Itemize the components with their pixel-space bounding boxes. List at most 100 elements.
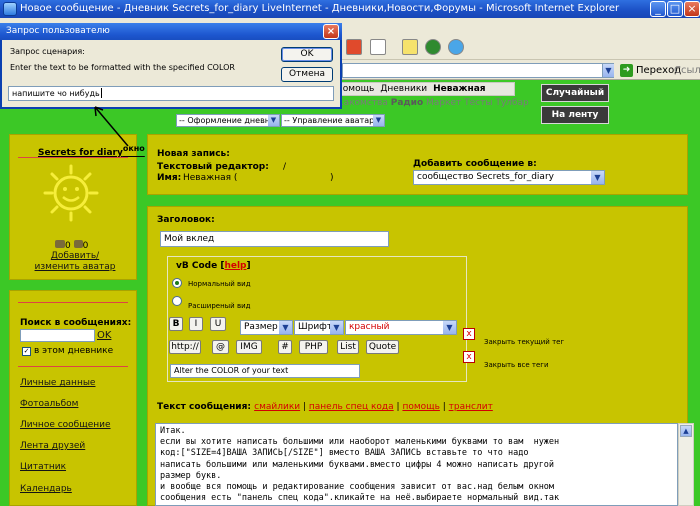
nav-quotes[interactable]: Цитатник (20, 462, 66, 472)
php-button[interactable]: PHP (299, 340, 328, 354)
size-select[interactable]: Размер ▼ (240, 320, 293, 335)
mode-normal-label: Нормальный вид (188, 280, 251, 288)
close-icon[interactable]: × (684, 1, 700, 17)
italic-button[interactable]: I (189, 317, 203, 331)
add-to-select-value: сообщество Secrets_for_diary (417, 172, 554, 182)
vbcode-label: vB Code (176, 261, 218, 271)
translit-link[interactable]: транслит (449, 402, 493, 412)
search-scope-checkbox[interactable]: ✓ (22, 347, 31, 356)
chevron-down-icon: ▼ (443, 321, 456, 334)
dialog-input-value: напишите чо нибудь (12, 89, 100, 98)
font-select[interactable]: Шрифт ▼ (294, 320, 344, 335)
research-icon[interactable] (425, 39, 441, 55)
link-tests[interactable]: Тесты (464, 98, 492, 108)
editor-label: Текстовый редактор: (157, 162, 269, 172)
diary-name-link[interactable]: Secrets for diaryокно (38, 144, 145, 158)
color-select-value: красный (349, 322, 390, 332)
window-titlebar: Новое сообщение - Дневник Secrets_for_di… (0, 0, 700, 18)
color-select[interactable]: красный ▼ (345, 320, 457, 335)
diary-name[interactable]: Secrets for diary (38, 148, 123, 158)
code-button[interactable]: # (278, 340, 292, 354)
change-avatar-link[interactable]: Добавить/изменить аватар (30, 251, 120, 273)
close-all-tags-icon[interactable]: x (463, 351, 475, 363)
special-code-link[interactable]: панель спец кода (309, 402, 394, 412)
nav-calendar[interactable]: Календарь (20, 484, 72, 494)
avatars-select[interactable]: -- Управление аватарами ▼ (281, 114, 385, 127)
mode-extended-label: Расширеный вид (188, 302, 251, 310)
img-button[interactable]: IMG (236, 340, 262, 354)
address-input[interactable] (342, 63, 614, 78)
chevron-down-icon: ▼ (591, 171, 604, 184)
notes-icon[interactable] (402, 39, 418, 55)
body-label: Текст сообщения: (157, 402, 251, 412)
nav-friends-feed[interactable]: Лента друзей (20, 441, 85, 451)
link-dating[interactable]: ...акомства (335, 98, 388, 108)
word-icon[interactable] (370, 39, 386, 55)
maximize-icon[interactable]: □ (667, 1, 683, 17)
site-tabs: Помощь Дневники Неважная (335, 82, 515, 96)
body-label-row: Текст сообщения: смайлики | панель спец … (157, 402, 493, 412)
dialog-title: Запрос пользователю (6, 26, 110, 36)
minimize-icon[interactable]: _ (650, 1, 666, 17)
go-arrow-icon[interactable]: ➜ (620, 64, 633, 77)
search-scope-label: в этом дневнике (34, 346, 114, 356)
nav-private-message[interactable]: Личное сообщение (20, 420, 111, 430)
feed-button[interactable]: На ленту (541, 106, 609, 124)
add-to-select[interactable]: сообщество Secrets_for_diary ▼ (413, 170, 605, 185)
email-button[interactable]: @ (212, 340, 229, 354)
divider (18, 366, 128, 367)
smileys-link[interactable]: смайлики (254, 402, 300, 412)
tab-diaries[interactable]: Дневники (380, 84, 427, 94)
diary-name-annotation: окно (122, 144, 145, 153)
mail-icon[interactable] (346, 39, 362, 55)
avatar-count-1: 0 (65, 241, 71, 251)
search-input[interactable] (20, 329, 95, 342)
avatars-select-value: -- Управление аватарами (284, 116, 385, 125)
quote-button[interactable]: Quote (366, 340, 399, 354)
nav-personal-data[interactable]: Личные данные (20, 378, 95, 388)
tab-user[interactable]: Неважная (433, 84, 485, 94)
address-dropdown-icon[interactable]: ▼ (602, 64, 614, 77)
title-input[interactable]: Мой вклед (160, 231, 389, 247)
message-body-textarea[interactable]: Итак. если вы хотите написать большими и… (155, 423, 678, 506)
close-all-tags-label: Закрыть все теги (484, 361, 549, 369)
size-select-value: Размер (244, 322, 278, 332)
vbcode-help-link[interactable]: help (224, 261, 246, 271)
link-toolbar[interactable]: Тулбар (495, 98, 528, 108)
dialog-input[interactable]: напишите чо нибудь (8, 86, 334, 101)
nav-photo-album[interactable]: Фотоальбом (20, 399, 78, 409)
font-select-value: Шрифт (298, 322, 333, 332)
avatar-stats: 0 0 (55, 240, 88, 251)
link-radio[interactable]: Радио (391, 98, 423, 108)
diary-design-select[interactable]: -- Оформление дневника ▼ (176, 114, 280, 127)
help-link[interactable]: помощь (402, 402, 439, 412)
dialog-titlebar: Запрос пользователю (0, 23, 342, 40)
mode-extended-radio[interactable] (172, 296, 182, 306)
close-current-tag-icon[interactable]: x (463, 328, 475, 340)
link-market[interactable]: Маркет (426, 98, 461, 108)
messenger-icon[interactable] (448, 39, 464, 55)
chevron-up-icon[interactable]: ▲ (680, 425, 692, 437)
chevron-down-icon: ▼ (268, 115, 279, 126)
chevron-down-icon: ▼ (373, 115, 384, 126)
search-label: Поиск в сообщениях: (20, 318, 132, 328)
mode-normal-radio[interactable] (172, 278, 182, 288)
list-button[interactable]: List (337, 340, 359, 354)
random-button[interactable]: Случайный (541, 84, 609, 102)
message-body-scrollbar[interactable]: ▲ (678, 423, 694, 506)
title-label: Заголовок: (157, 215, 215, 225)
dialog-ok-button[interactable]: OK (281, 47, 333, 62)
dialog-cancel-button[interactable]: Отмена (281, 67, 333, 82)
links-label[interactable]: Ссылки (674, 64, 700, 78)
name-value: Неважная ( (183, 173, 238, 183)
close-current-tag-label: Закрыть текущий тег (484, 338, 565, 346)
dialog-close-icon[interactable]: × (323, 24, 339, 39)
bold-button[interactable]: B (169, 317, 183, 331)
url-button[interactable]: http:// (169, 340, 201, 354)
search-ok-link[interactable]: OK (97, 330, 111, 341)
underline-button[interactable]: U (210, 317, 226, 331)
name-close: ) (330, 173, 334, 183)
hint-field: Alter the COLOR of your text (170, 364, 360, 378)
chevron-down-icon: ▼ (330, 321, 343, 334)
add-to-label: Добавить сообщение в: (413, 159, 537, 169)
